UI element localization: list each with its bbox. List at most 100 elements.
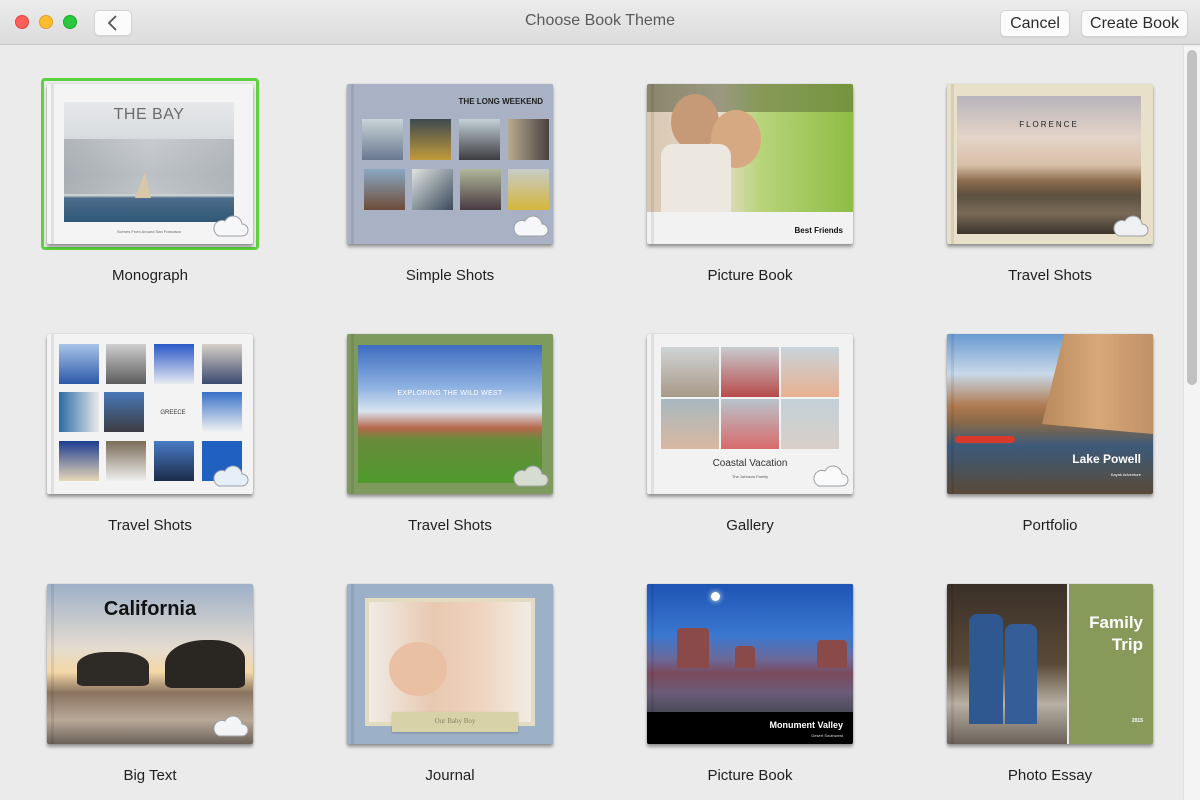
cover-title: GREECE <box>160 410 186 416</box>
theme-item-travel-shots-greece[interactable]: GREECE Travel Shots <box>0 296 300 546</box>
book-cover: THE BAY Scenes From Around San Francisco <box>47 84 253 244</box>
icloud-icon <box>813 465 849 487</box>
cover-title: THE BAY <box>113 106 185 123</box>
photo-tile <box>661 399 719 449</box>
cancel-button[interactable]: Cancel <box>1000 10 1070 37</box>
photo-tile <box>106 344 146 384</box>
theme-item-picture-book-monument[interactable]: Monument Valley Desert Southwest Picture… <box>600 546 900 796</box>
theme-item-travel-shots-florence[interactable]: FLORENCE Travel Shots <box>900 46 1182 296</box>
butte-shape <box>677 628 709 668</box>
close-window-button[interactable] <box>15 15 29 29</box>
rock-shape <box>77 652 149 686</box>
photo-tile <box>59 441 99 481</box>
child-figure <box>1005 624 1037 724</box>
icloud-icon <box>513 215 549 237</box>
clothing-shape <box>661 144 731 212</box>
theme-label: Monograph <box>112 267 188 284</box>
book-cover: Coastal Vacation The Johnson Family <box>647 334 853 494</box>
photo-tile <box>202 344 242 384</box>
theme-label: Simple Shots <box>405 267 495 284</box>
cover-title: California <box>103 598 197 620</box>
minimize-window-button[interactable] <box>39 15 53 29</box>
icloud-icon <box>213 715 249 737</box>
book-cover: FLORENCE <box>947 84 1153 244</box>
cover-title: Monument Valley <box>769 720 843 730</box>
photo-tile <box>508 119 549 160</box>
theme-label: Travel Shots <box>108 517 192 534</box>
photo-tile <box>721 399 779 449</box>
book-cover: Our Baby Boy <box>347 584 553 744</box>
cover-title: EXPLORING THE WILD WEST <box>397 390 503 397</box>
theme-grid: THE BAY Scenes From Around San Francisco… <box>0 46 1182 800</box>
theme-label: Photo Essay <box>1007 767 1093 784</box>
photo-tile <box>410 119 451 160</box>
book-cover: Best Friends <box>647 84 853 244</box>
scrollbar-thumb[interactable] <box>1187 50 1197 385</box>
theme-item-simple-shots[interactable]: THE LONG WEEKEND Simple Shots <box>300 46 600 296</box>
cover-subtitle: 2015 <box>1131 718 1143 724</box>
photo-tile <box>59 392 99 432</box>
kayak-shape <box>955 436 1015 443</box>
chevron-left-icon <box>107 15 117 31</box>
cover-title: Our Baby Boy <box>434 717 476 725</box>
canyon-wall <box>1042 334 1153 434</box>
divider <box>1067 584 1069 744</box>
icloud-icon <box>513 465 549 487</box>
book-cover: THE LONG WEEKEND <box>347 84 553 244</box>
photo-tile <box>202 392 242 432</box>
zoom-window-button[interactable] <box>63 15 77 29</box>
photo-tile <box>459 119 500 160</box>
theme-item-travel-shots-wild-west[interactable]: EXPLORING THE WILD WEST Travel Shots <box>300 296 600 546</box>
photo-tile <box>106 441 146 481</box>
moon-shape <box>711 592 720 601</box>
create-book-button[interactable]: Create Book <box>1081 10 1188 37</box>
photo-tile <box>721 347 779 397</box>
cover-title: FLORENCE <box>1019 120 1079 129</box>
child-figure <box>969 614 1003 724</box>
book-cover: Family Trip 2015 <box>947 584 1153 744</box>
theme-label: Travel Shots <box>408 517 492 534</box>
title-bar: Choose Book Theme Cancel Create Book <box>0 0 1200 45</box>
book-cover: California <box>47 584 253 744</box>
theme-item-portfolio[interactable]: Lake Powell Kayak Adventure Portfolio <box>900 296 1182 546</box>
butte-shape <box>735 646 755 668</box>
photo-tile <box>412 169 453 210</box>
photo-tile <box>781 399 839 449</box>
cover-title: Best Friends <box>794 226 843 235</box>
book-cover: Lake Powell Kayak Adventure <box>947 334 1153 494</box>
photo-tile <box>508 169 549 210</box>
cover-subtitle: Scenes From Around San Francisco <box>116 229 182 234</box>
sailboat-shape <box>135 172 151 198</box>
photo-tile <box>154 441 194 481</box>
cover-subtitle: Kayak Adventure <box>1110 472 1141 477</box>
theme-item-journal[interactable]: Our Baby Boy Journal <box>300 546 600 796</box>
icloud-icon <box>1113 215 1149 237</box>
theme-label: Portfolio <box>1022 517 1078 534</box>
theme-label: Travel Shots <box>1008 267 1092 284</box>
icloud-icon <box>213 215 249 237</box>
cover-subtitle: Desert Southwest <box>811 733 843 738</box>
theme-label: Picture Book <box>707 267 793 284</box>
photo-tile <box>104 392 144 432</box>
cover-title: THE LONG WEEKEND <box>458 97 543 106</box>
theme-item-big-text[interactable]: California Big Text <box>0 546 300 796</box>
back-button[interactable] <box>94 10 132 36</box>
theme-item-picture-book[interactable]: Best Friends Picture Book <box>600 46 900 296</box>
theme-item-photo-essay[interactable]: Family Trip 2015 Photo Essay <box>900 546 1182 796</box>
cover-photo-wild-west <box>358 345 542 483</box>
choose-book-theme-window: Choose Book Theme Cancel Create Book THE… <box>0 0 1200 800</box>
theme-item-gallery[interactable]: Coastal Vacation The Johnson Family Gall… <box>600 296 900 546</box>
photo-tile <box>460 169 501 210</box>
book-cover: EXPLORING THE WILD WEST <box>347 334 553 494</box>
butte-shape <box>817 640 847 668</box>
theme-item-monograph[interactable]: THE BAY Scenes From Around San Francisco… <box>0 46 300 296</box>
theme-label: Big Text <box>123 767 177 784</box>
photo-tile <box>781 347 839 397</box>
theme-label: Picture Book <box>707 767 793 784</box>
book-cover: GREECE <box>47 334 253 494</box>
rock-shape <box>165 640 245 688</box>
theme-label: Gallery <box>726 517 774 534</box>
photo-tile <box>59 344 99 384</box>
theme-label: Journal <box>425 767 475 784</box>
vertical-scrollbar[interactable] <box>1183 46 1200 800</box>
